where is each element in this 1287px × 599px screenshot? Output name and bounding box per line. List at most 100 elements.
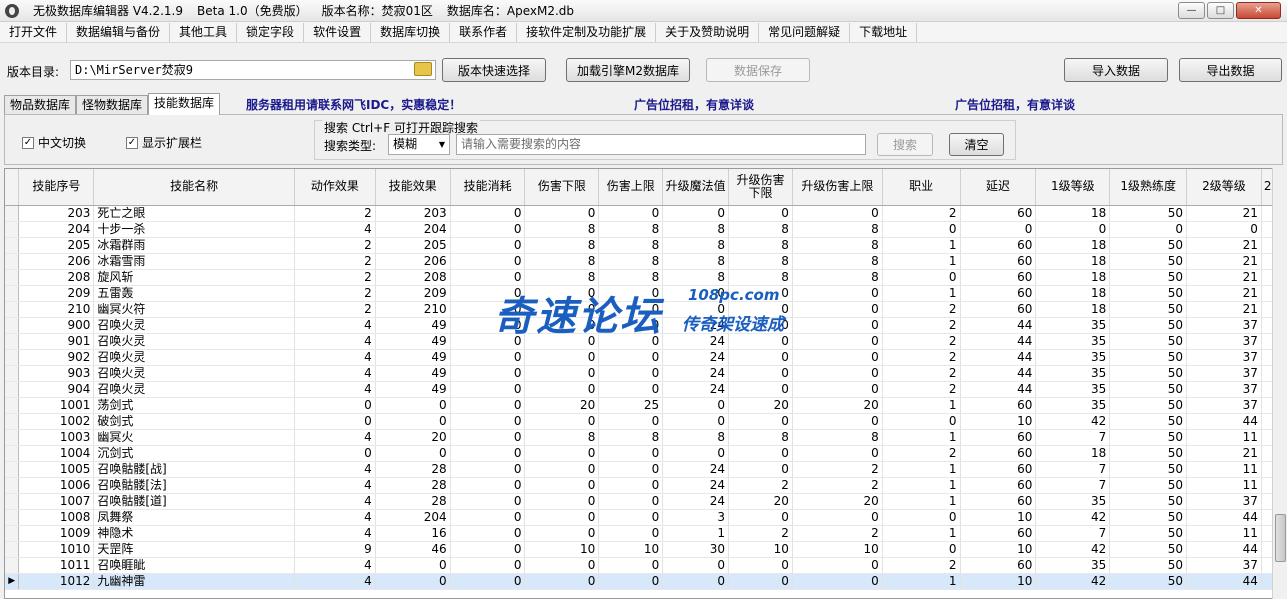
table-cell[interactable]: 8 [728,221,793,238]
table-cell[interactable]: 2 [882,301,961,318]
table-row[interactable]: ▶ 1012 九幽神雷 4 0 0 0 0 0 0 0 1 10 42 50 44 [5,573,1282,590]
table-cell[interactable]: 0 [524,509,600,526]
table-cell[interactable]: 4 [294,557,376,574]
table-cell[interactable]: 旋风斩 [93,269,295,286]
table-cell[interactable]: 0 [882,541,961,558]
table-cell[interactable]: 0 [450,429,526,446]
table-cell[interactable]: 凤舞祭 [93,509,295,526]
table-cell[interactable]: 召唤火灵 [93,365,295,382]
table-cell[interactable]: 召唤火灵 [93,333,295,350]
table-cell[interactable]: 16 [375,525,451,542]
table-cell[interactable]: 24 [662,365,730,382]
table-cell[interactable]: 召唤睚眦 [93,557,295,574]
table-cell[interactable]: 4 [294,365,376,382]
table-cell[interactable]: 冰霜雪雨 [93,253,295,270]
save-data-button[interactable]: 数据保存 [706,58,810,82]
table-cell[interactable]: 8 [662,269,730,286]
table-cell[interactable]: 召唤骷髅[法] [93,477,295,494]
table-cell[interactable]: 幽冥火 [93,429,295,446]
table-cell[interactable]: 九幽神雷 [93,573,295,590]
table-cell[interactable]: 0 [524,333,600,350]
table-cell[interactable]: 4 [294,573,376,590]
table-cell[interactable]: 0 [662,557,730,574]
row-header[interactable] [5,493,20,510]
table-cell[interactable]: 7 [1035,525,1111,542]
table-cell[interactable]: 30 [662,541,730,558]
table-cell[interactable]: 0 [598,477,664,494]
table-cell[interactable]: 1005 [18,461,95,478]
table-cell[interactable]: 2 [294,301,376,318]
table-cell[interactable]: 24 [662,381,730,398]
table-cell[interactable]: 8 [524,221,600,238]
table-cell[interactable]: 35 [1035,381,1111,398]
table-cell[interactable]: 0 [882,269,961,286]
col-header[interactable]: 伤害上限 [598,169,664,206]
table-cell[interactable]: 0 [450,301,526,318]
col-header[interactable]: 升级伤害下限 [728,169,793,206]
table-cell[interactable]: 0 [728,285,793,302]
row-header[interactable] [5,381,20,398]
table-cell[interactable]: 天罡阵 [93,541,295,558]
ad-slot-2[interactable]: 广告位招租，有意详谈 [955,96,1075,113]
col-header[interactable]: 动作效果 [294,169,376,206]
table-cell[interactable]: 2 [294,205,376,222]
table-cell[interactable]: 37 [1186,317,1262,334]
col-header[interactable]: 2级等级 [1186,169,1262,206]
menu-settings[interactable]: 软件设置 [304,22,372,42]
table-cell[interactable]: 0 [792,381,883,398]
table-cell[interactable]: 46 [375,541,451,558]
table-cell[interactable]: 8 [792,253,883,270]
table-cell[interactable]: 8 [728,253,793,270]
load-engine-button[interactable]: 加载引擎M2数据库 [566,58,690,82]
table-cell[interactable]: 0 [792,301,883,318]
table-cell[interactable]: 60 [960,429,1037,446]
table-cell[interactable]: 8 [524,253,600,270]
table-cell[interactable]: 1 [882,285,961,302]
table-cell[interactable]: 37 [1186,333,1262,350]
table-cell[interactable]: 8 [728,237,793,254]
table-cell[interactable]: 42 [1035,509,1111,526]
table-cell[interactable]: 8 [598,269,664,286]
table-cell[interactable]: 0 [375,557,451,574]
table-cell[interactable]: 0 [450,477,526,494]
table-cell[interactable]: 0 [662,301,730,318]
table-cell[interactable]: 8 [662,253,730,270]
table-cell[interactable]: 0 [792,333,883,350]
table-cell[interactable]: 44 [1186,541,1262,558]
col-header[interactable]: 职业 [882,169,961,206]
table-cell[interactable]: 2 [792,461,883,478]
table-cell[interactable]: 0 [450,285,526,302]
table-cell[interactable]: 50 [1109,365,1188,382]
table-cell[interactable]: 2 [294,269,376,286]
table-cell[interactable]: 209 [375,285,451,302]
table-cell[interactable]: 0 [450,237,526,254]
table-cell[interactable]: 十步一杀 [93,221,295,238]
table-cell[interactable]: 0 [598,285,664,302]
table-cell[interactable]: 0 [524,205,600,222]
table-cell[interactable]: 0 [728,509,793,526]
table-cell[interactable]: 50 [1109,445,1188,462]
table-cell[interactable]: 2 [294,253,376,270]
table-cell[interactable]: 24 [662,477,730,494]
current-row-indicator-icon[interactable]: ▶ [5,573,20,590]
table-cell[interactable]: 50 [1109,493,1188,510]
table-cell[interactable]: 0 [792,445,883,462]
table-cell[interactable]: 903 [18,365,95,382]
table-cell[interactable]: 28 [375,477,451,494]
table-cell[interactable]: 49 [375,381,451,398]
table-cell[interactable]: 1 [662,525,730,542]
table-cell[interactable]: 21 [1186,301,1262,318]
table-row[interactable]: 204 十步一杀 4 204 0 8 8 8 8 8 0 0 0 0 0 [5,221,1282,238]
table-cell[interactable]: 901 [18,333,95,350]
col-header[interactable]: 1级熟练度 [1109,169,1188,206]
table-cell[interactable]: 0 [728,365,793,382]
table-cell[interactable]: 8 [598,429,664,446]
table-cell[interactable]: 1009 [18,525,95,542]
table-cell[interactable]: 2 [792,477,883,494]
dir-input[interactable]: D:\MirServer焚寂9 [70,60,436,80]
table-cell[interactable]: 0 [524,525,600,542]
table-cell[interactable]: 2 [882,365,961,382]
table-cell[interactable]: 1007 [18,493,95,510]
table-cell[interactable]: 4 [294,333,376,350]
table-cell[interactable]: 44 [960,365,1037,382]
